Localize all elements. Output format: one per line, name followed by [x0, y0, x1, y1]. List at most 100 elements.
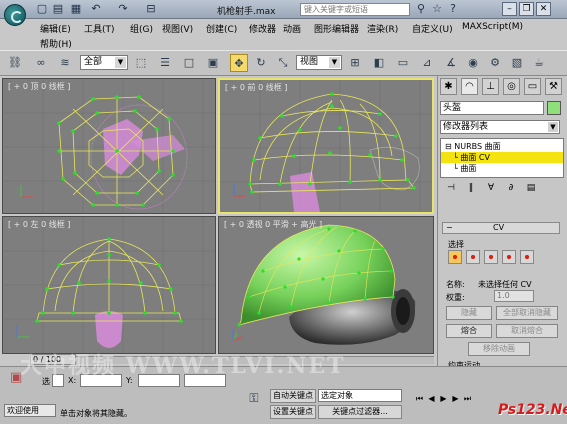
selection-set-dropdown[interactable]: 选定对象 — [318, 389, 402, 402]
app-logo-icon[interactable] — [4, 4, 26, 26]
welcome-field[interactable]: 欢迎使用 — [4, 404, 56, 417]
snaps-toggle-icon[interactable]: ⊿ — [418, 54, 436, 72]
row-and-column-icon[interactable] — [502, 250, 516, 264]
menu-maxscript[interactable]: MAXScript(M) — [462, 22, 523, 32]
object-color-swatch[interactable] — [547, 101, 561, 115]
remove-modifier-icon[interactable]: ∂ — [504, 181, 518, 195]
quick-render-icon[interactable]: ☕ — [530, 54, 548, 72]
binoculars-icon[interactable]: ⚲ — [415, 3, 427, 15]
render-frame-icon[interactable]: ▧ — [508, 54, 526, 72]
close-button[interactable]: ✕ — [536, 2, 551, 16]
selection-filter-dropdown[interactable]: 全部 ▼ — [80, 55, 128, 70]
key-filters-button[interactable]: 关键点过滤器... — [318, 405, 402, 419]
select-by-name-icon[interactable]: ☰ — [156, 54, 174, 72]
command-panel: ✱ ◠ ⊥ ◎ ▭ ⚒ 头盔 修改器列表 ▼ ⊟ NURBS 曲面 └ 曲面 C… — [437, 76, 567, 384]
rectangular-selection-icon[interactable]: □ — [180, 54, 198, 72]
project-folder-icon[interactable]: ⊟ — [145, 3, 157, 15]
material-editor-icon[interactable]: ◉ — [464, 54, 482, 72]
select-and-link-icon[interactable]: ⛓ — [6, 54, 24, 72]
column-of-cvs-icon[interactable] — [484, 250, 498, 264]
unhide-all-button[interactable]: 全部取消隐藏 — [496, 306, 558, 320]
viewport-perspective[interactable]: [ + 0 透视 0 平滑 + 高光 ] — [218, 216, 434, 354]
display-tab-icon[interactable]: ▭ — [524, 78, 541, 95]
configure-sets-icon[interactable]: ▤ — [524, 181, 538, 195]
bind-space-warp-icon[interactable]: ≋ — [56, 54, 74, 72]
stack-item-surface-cv[interactable]: └ 曲面 CV — [441, 152, 563, 163]
viewport-perspective-scene — [232, 224, 416, 345]
star-icon[interactable]: ☆ — [431, 3, 443, 15]
auto-key-button[interactable]: 自动关键点 — [270, 389, 316, 403]
modifier-list-dropdown[interactable]: 修改器列表 ▼ — [440, 120, 560, 134]
single-cv-icon[interactable] — [448, 250, 462, 264]
cv-rollout-header[interactable]: − CV — [442, 222, 560, 234]
menu-customize[interactable]: 自定义(U) — [412, 22, 453, 35]
go-to-start-icon[interactable]: ⏮ — [414, 393, 425, 405]
hide-button[interactable]: 隐藏 — [446, 306, 492, 320]
window-crossing-icon[interactable]: ▣ — [204, 54, 222, 72]
viewport-left-label[interactable]: [ + 0 左 0 线框 ] — [8, 219, 70, 230]
stack-item-surface[interactable]: └ 曲面 — [441, 163, 563, 174]
menu-views[interactable]: 视图(V) — [162, 22, 193, 35]
stack-item-nurbs-surface[interactable]: ⊟ NURBS 曲面 — [441, 141, 563, 152]
row-of-cvs-icon[interactable] — [466, 250, 480, 264]
weight-spinner[interactable]: 1.0 — [494, 290, 534, 302]
menu-modifiers[interactable]: 修改器 — [249, 22, 276, 35]
menu-help[interactable]: 帮助(H) — [40, 37, 72, 50]
make-unique-icon[interactable]: ∀ — [484, 181, 498, 195]
menu-edit[interactable]: 编辑(E) — [40, 22, 71, 35]
undo-icon[interactable]: ↶ — [90, 3, 102, 15]
key-icon[interactable]: ⚿ — [248, 392, 260, 404]
create-tab-icon[interactable]: ✱ — [440, 78, 457, 95]
menu-graph-editors[interactable]: 图形编辑器 — [314, 22, 359, 35]
modify-tab-icon[interactable]: ◠ — [461, 78, 478, 95]
redo-icon[interactable]: ↷ — [117, 3, 129, 15]
watermark-badge: Ps123.Net — [498, 402, 567, 418]
viewport-left[interactable]: [ + 0 左 0 线框 ] — [2, 216, 216, 354]
hierarchy-tab-icon[interactable]: ⊥ — [482, 78, 499, 95]
all-cvs-icon[interactable] — [520, 250, 534, 264]
unlink-icon[interactable]: ∞ — [32, 54, 50, 72]
select-and-move-icon[interactable]: ✥ — [230, 54, 248, 72]
motion-tab-icon[interactable]: ◎ — [503, 78, 520, 95]
go-to-end-icon[interactable]: ⏭ — [462, 393, 473, 405]
menu-rendering[interactable]: 渲染(R) — [367, 22, 398, 35]
menu-animation[interactable]: 动画 — [283, 22, 301, 35]
minimize-button[interactable]: – — [502, 2, 517, 16]
pivot-center-icon[interactable]: ⊞ — [346, 54, 364, 72]
viewport-front[interactable]: [ + 0 前 0 线框 ] — [218, 78, 434, 214]
render-setup-icon[interactable]: ⚙ — [486, 54, 504, 72]
viewport-perspective-label[interactable]: [ + 0 透视 0 平滑 + 高光 ] — [224, 219, 322, 230]
keyboard-shortcut-icon[interactable]: ▭ — [394, 54, 412, 72]
viewport-top-label[interactable]: [ + 0 顶 0 线框 ] — [8, 81, 70, 92]
select-and-manipulate-icon[interactable]: ◧ — [370, 54, 388, 72]
set-key-button[interactable]: 设置关键点 — [270, 405, 316, 419]
select-object-icon[interactable]: ⬚ — [132, 54, 150, 72]
menu-create[interactable]: 创建(C) — [206, 22, 237, 35]
object-name-field[interactable]: 头盔 — [440, 101, 544, 115]
show-end-result-icon[interactable]: ‖ — [464, 181, 478, 195]
select-and-scale-icon[interactable]: ⤡ — [274, 54, 292, 72]
remove-animation-button[interactable]: 移除动画 — [468, 342, 530, 356]
selection-set-value: 选定对象 — [321, 391, 353, 400]
reference-coord-dropdown[interactable]: 视图 ▼ — [296, 55, 342, 70]
menu-tools[interactable]: 工具(T) — [84, 22, 115, 35]
restore-button[interactable]: ❐ — [519, 2, 534, 16]
next-frame-icon[interactable]: ▶ — [450, 393, 461, 405]
select-and-rotate-icon[interactable]: ↻ — [252, 54, 270, 72]
open-folder-icon[interactable]: ▤ — [52, 3, 64, 15]
angle-snap-icon[interactable]: ∡ — [442, 54, 460, 72]
save-icon[interactable]: ▦ — [70, 3, 82, 15]
utilities-tab-icon[interactable]: ⚒ — [545, 78, 562, 95]
play-icon[interactable]: ▶ — [438, 393, 449, 405]
pin-stack-icon[interactable]: ⊣ — [444, 181, 458, 195]
search-input[interactable]: 键入关键字或短语 — [300, 3, 410, 16]
viewport-top[interactable]: [ + 0 顶 0 线框 ] — [2, 78, 216, 214]
viewport-front-label[interactable]: [ + 0 前 0 线框 ] — [225, 82, 287, 93]
unfuse-button[interactable]: 取消熔合 — [496, 324, 558, 338]
fuse-button[interactable]: 熔合 — [446, 324, 492, 338]
new-file-icon[interactable]: ▢ — [36, 3, 48, 15]
menu-group[interactable]: 组(G) — [130, 22, 153, 35]
collapse-icon: − — [446, 223, 453, 232]
previous-frame-icon[interactable]: ◀ — [426, 393, 437, 405]
help-icon[interactable]: ? — [447, 3, 459, 15]
